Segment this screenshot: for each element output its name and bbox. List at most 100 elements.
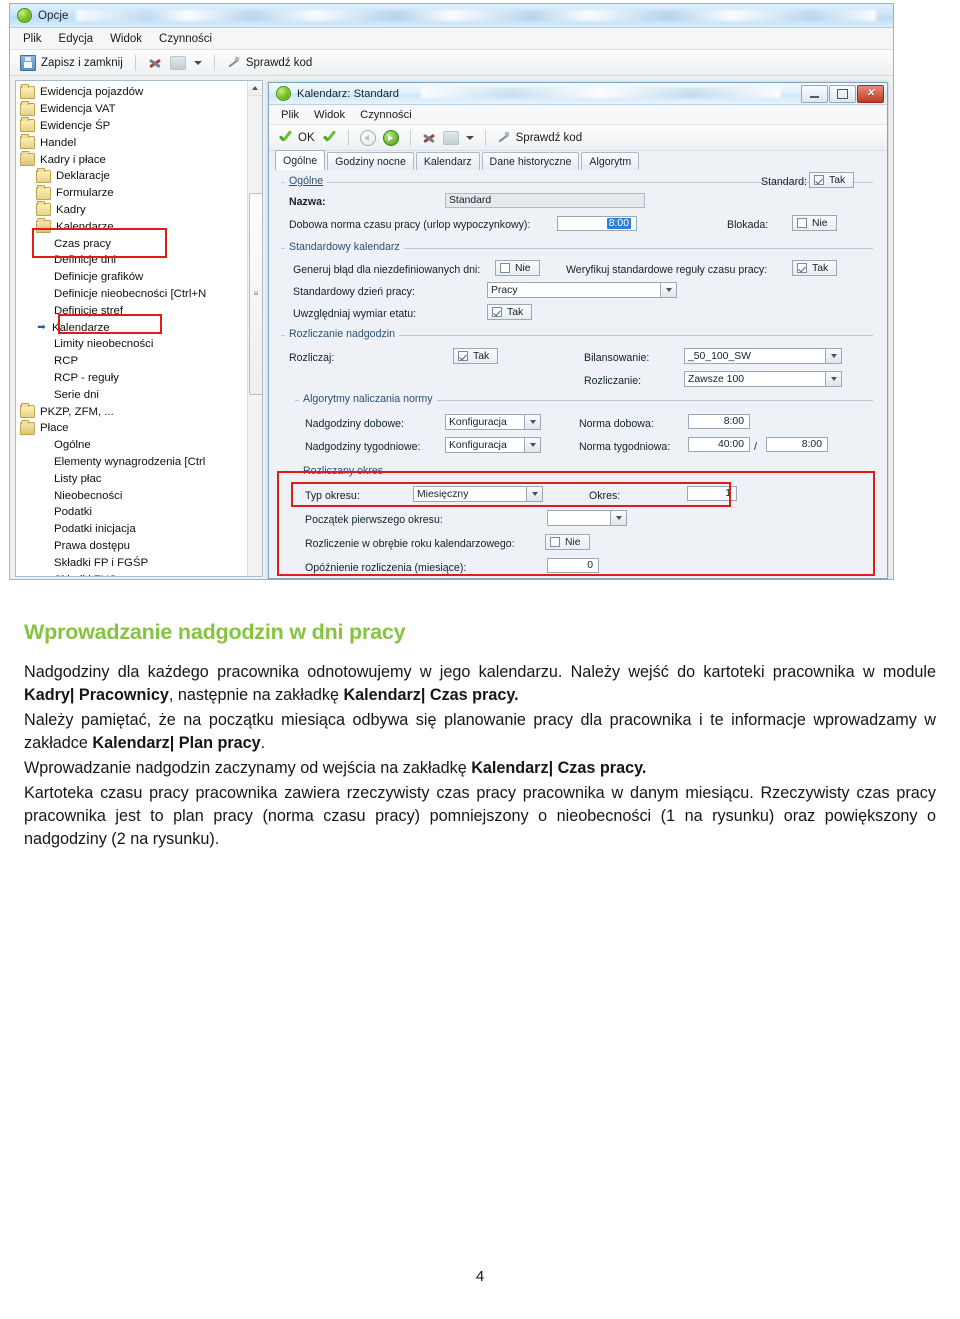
print-icon[interactable] [442,130,459,145]
window-controls[interactable]: ✕ [801,85,884,103]
uwzgledniaj-checkbox[interactable]: Tak [487,304,532,320]
tab-dane-historyczne[interactable]: Dane historyczne [481,152,580,170]
rozliczaj-checkbox[interactable]: Tak [453,348,498,364]
tree-item[interactable]: Nieobecności [20,487,248,504]
menu-item-widok[interactable]: Widok [314,109,345,121]
tree-item[interactable]: Serie dni [20,386,248,403]
menu-item-czynnosci[interactable]: Czynności [159,33,212,45]
tree-item[interactable]: Ewidencje ŚP [20,117,248,135]
menu-item-czynnosci[interactable]: Czynności [360,109,412,121]
tree-item[interactable]: Limity nieobecności [20,336,248,353]
tree-item[interactable]: Formularze [20,184,248,202]
tree-item[interactable]: Ewidencja pojazdów [20,83,248,101]
bilansowanie-select[interactable]: _50_100_SW [684,348,842,364]
menu-item-widok[interactable]: Widok [110,33,142,45]
print-icon[interactable] [169,55,186,70]
menu-item-plik[interactable]: Plik [281,109,299,121]
chevron-down-icon[interactable] [465,135,474,140]
save-and-close-button[interactable]: Zapisz i zamknij [20,54,123,71]
chevron-down-icon[interactable] [825,349,841,363]
chevron-down-icon[interactable] [610,511,626,525]
tree-item[interactable]: Definicje grafików [20,269,248,286]
nadgodziny-dobowe-select[interactable]: Konfiguracja [445,414,541,430]
standardowy-dzien-select[interactable]: Pracy [487,282,677,298]
options-tree-panel[interactable]: Ewidencja pojazdów Ewidencja VAT Ewidencje… [15,80,263,577]
norma-dobowa-field[interactable]: 8:00 [688,414,750,429]
paragraph-1-text-a: Nadgodziny dla każdego pracownika odnoto… [24,663,936,681]
chevron-down-icon[interactable] [825,372,841,386]
rozliczenie-rok-checkbox[interactable]: Nie [545,534,590,550]
tree-item[interactable]: Definicje stref [20,302,248,319]
tree-item[interactable]: Ewidencja VAT [20,100,248,118]
poczatek-okresu-select[interactable] [547,510,627,526]
tree-scrollbar[interactable]: ≡ [247,81,262,576]
tools-icon[interactable] [148,56,162,70]
rozliczanie-select[interactable]: Zawsze 100 [684,371,842,387]
blokada-checkbox[interactable]: Nie [792,215,837,231]
tree-item-label: Serie dni [54,388,99,401]
close-button[interactable]: ✕ [857,85,884,103]
tree-item[interactable]: PKZP, ZFM, ... [20,403,248,420]
tree-item[interactable]: Składki FP i FGŚP [20,554,248,571]
tree-item[interactable]: Kadry i płace [19,151,248,168]
tree-item[interactable]: Prawa dostępu [20,538,248,555]
chevron-down-icon[interactable] [193,60,202,65]
tree-item[interactable]: ➡ Kalendarze [20,319,248,336]
tree-item[interactable]: RCP [20,353,248,370]
tools-icon[interactable] [422,131,436,145]
forward-arrow-icon[interactable] [382,129,399,146]
maximize-button[interactable] [829,85,856,103]
calendar-dialog-toolbar[interactable]: OK Sprawdź kod [269,125,887,151]
tree-item[interactable]: Definicje dni [20,252,248,269]
apply-check-icon[interactable] [322,131,337,145]
tree-item[interactable]: Czas pracy [20,235,248,252]
tree-item[interactable]: Podatki inicjacja [20,521,248,538]
ok-button[interactable]: OK [278,131,315,145]
norma-tygodniowa-field-2[interactable]: 8:00 [766,437,828,452]
chevron-down-icon[interactable] [526,487,542,501]
okres-field[interactable]: 1 [687,486,737,501]
outer-toolbar[interactable]: Zapisz i zamknij Sprawdź kod [10,50,893,76]
calendar-dialog-menubar[interactable]: Plik Widok Czynności [269,105,887,125]
dobowa-norma-field[interactable]: 8:00 [557,216,637,231]
tree-item[interactable]: Listy płac [20,470,248,487]
checkbox-icon [814,175,824,185]
check-code-button[interactable]: Sprawdź kod [227,56,312,70]
tree-item[interactable]: Kalendarze [20,218,248,235]
tab-godziny-nocne[interactable]: Godziny nocne [327,152,414,170]
chevron-down-icon[interactable] [524,438,540,452]
tab-ogólne[interactable]: Ogólne [275,150,326,170]
tree-item[interactable]: Deklaracje [20,167,248,185]
tree-item[interactable]: RCP - reguły [20,370,248,387]
back-arrow-icon[interactable] [359,129,376,146]
options-tree-list[interactable]: Ewidencja pojazdów Ewidencja VAT Ewidencje… [16,81,248,576]
calendar-dialog-tabs[interactable]: Ogólne Godziny nocne Kalendarz Dane history… [275,150,881,171]
tree-item[interactable]: Handel [20,134,248,151]
tab-algorytm[interactable]: Algorytm [581,152,640,170]
tab-kalendarz[interactable]: Kalendarz [415,152,480,170]
tree-item[interactable]: Składki ZUS [20,571,248,577]
tree-item[interactable]: Płace [19,420,248,437]
check-code-button[interactable]: Sprawdź kod [497,131,582,145]
opoznienie-field[interactable]: 0 [547,558,599,573]
tree-item[interactable]: Ogólne [20,437,248,454]
typ-okresu-select[interactable]: Miesięczny [413,486,543,502]
scroll-up-icon[interactable] [248,81,262,96]
minimize-button[interactable] [801,85,828,103]
menu-item-edycja[interactable]: Edycja [59,33,94,45]
outer-menubar[interactable]: Plik Edycja Widok Czynności [10,28,893,50]
nadgodziny-tygodniowe-select[interactable]: Konfiguracja [445,437,541,453]
norma-tygodniowa-field[interactable]: 40:00 [688,437,750,452]
tree-item[interactable]: Elementy wynagrodzenia [Ctrl [20,454,248,471]
standard-checkbox[interactable]: Tak [809,172,854,188]
generuj-blad-checkbox[interactable]: Nie [495,260,540,276]
nazwa-field[interactable]: Standard [445,193,645,208]
tree-item[interactable]: Podatki [20,504,248,521]
tree-item[interactable]: Definicje nieobecności [Ctrl+N [20,286,248,303]
menu-item-plik[interactable]: Plik [23,33,42,45]
weryfikuj-checkbox[interactable]: Tak [792,260,837,276]
tree-item[interactable]: Kadry [20,201,248,219]
scrollbar-thumb[interactable]: ≡ [249,193,262,395]
chevron-down-icon[interactable] [524,415,540,429]
chevron-down-icon[interactable] [660,283,676,297]
